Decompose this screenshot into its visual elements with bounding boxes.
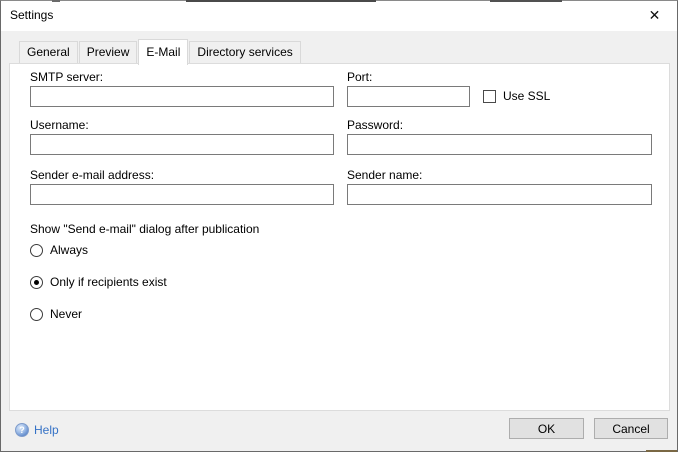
port-input[interactable] [347,86,470,107]
screen: Settings ✕ General Preview E-Mail Direct… [0,0,678,452]
tab-directory-services[interactable]: Directory services [189,41,300,63]
tab-label: General [27,45,70,59]
radio-icon [30,308,43,321]
sender-email-label: Sender e-mail address: [30,168,154,182]
username-input[interactable] [30,134,334,155]
tab-label: E-Mail [146,45,180,59]
checkbox-icon [483,90,496,103]
help-icon: ? [15,423,29,437]
sender-name-input[interactable] [347,184,652,205]
use-ssl-label: Use SSL [503,89,550,103]
smtp-server-label: SMTP server: [30,70,103,84]
radio-icon [30,244,43,257]
radio-label: Always [50,243,88,257]
radio-never[interactable]: Never [30,307,82,321]
smtp-server-input[interactable] [30,86,334,107]
background-app-sliver [490,0,562,2]
username-label: Username: [30,118,89,132]
tab-label: Preview [87,45,130,59]
port-label: Port: [347,70,372,84]
dialog-titlebar[interactable]: Settings ✕ [1,1,677,31]
sender-email-input[interactable] [30,184,334,205]
help-link[interactable]: ? Help [15,423,59,437]
radio-label: Never [50,307,82,321]
radio-label: Only if recipients exist [50,275,167,289]
help-label: Help [34,423,59,437]
tab-strip: General Preview E-Mail Directory service… [19,38,302,63]
close-button[interactable]: ✕ [632,1,677,30]
email-tab-panel: SMTP server: Port: Use SSL Username: Pas… [9,63,670,411]
radio-only-if-recipients-exist[interactable]: Only if recipients exist [30,275,167,289]
cancel-button[interactable]: Cancel [594,418,668,439]
tab-preview[interactable]: Preview [79,41,138,63]
use-ssl-checkbox[interactable]: Use SSL [483,89,550,103]
radio-icon [30,276,43,289]
send-dialog-group-heading: Show "Send e-mail" dialog after publicat… [30,222,259,236]
sender-name-label: Sender name: [347,168,422,182]
background-app-sliver [52,0,60,2]
tab-email[interactable]: E-Mail [138,39,188,65]
tab-general[interactable]: General [19,41,78,63]
close-icon: ✕ [649,7,661,24]
dialog-title: Settings [10,8,53,22]
password-input[interactable] [347,134,652,155]
settings-dialog: Settings ✕ General Preview E-Mail Direct… [0,0,678,452]
background-app-sliver [186,0,376,2]
ok-button[interactable]: OK [509,418,584,439]
radio-always[interactable]: Always [30,243,88,257]
tab-label: Directory services [197,45,292,59]
password-label: Password: [347,118,403,132]
